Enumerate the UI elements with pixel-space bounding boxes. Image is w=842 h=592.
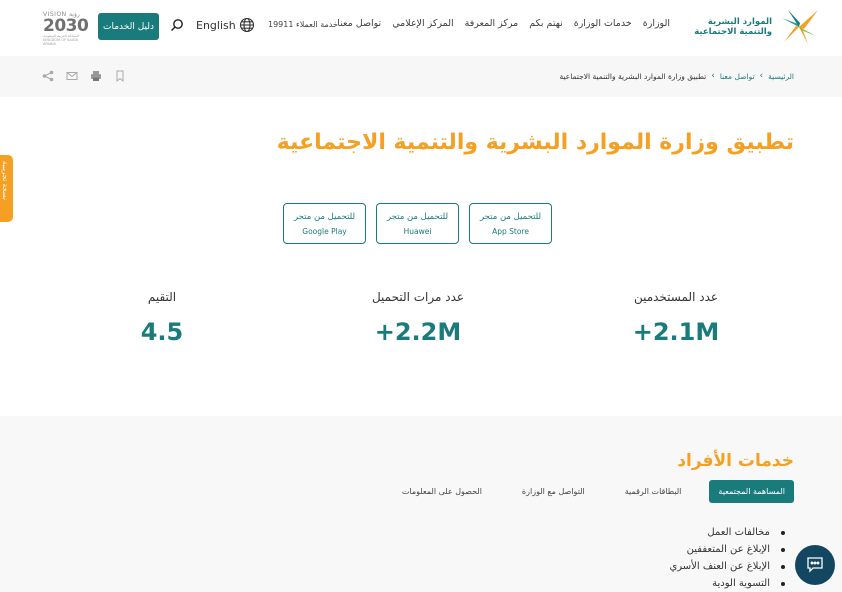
nav-media-center[interactable]: المركز الإعلامي <box>392 18 453 29</box>
tab-digital-cards[interactable]: البطاقات الرقمية <box>615 480 692 503</box>
google-play-button[interactable]: للتحميل من متجر Google Play <box>283 203 366 244</box>
stat-downloads-value: +2.2M <box>374 318 462 346</box>
list-item[interactable]: التسوية الودية <box>669 575 786 592</box>
services-tabs: المساهمة المجتمعية البطاقات الرقمية التو… <box>392 480 794 503</box>
chat-button[interactable] <box>795 545 835 585</box>
huawei-store-button[interactable]: للتحميل من متجر Huawei <box>376 203 459 244</box>
app-store-button[interactable]: للتحميل من متجر App Store <box>469 203 552 244</box>
tab-contact-ministry[interactable]: التواصل مع الوزارة <box>512 480 595 503</box>
list-item[interactable]: مخالفات العمل <box>669 524 786 541</box>
beta-version-tab[interactable]: نسخة تجريبية <box>0 155 13 222</box>
stat-users-label: عدد المستخدمين <box>633 290 719 304</box>
store-label: للتحميل من متجر <box>293 211 356 222</box>
main-nav: الوزارة خدمات الوزارة نهتم بكم مركز المع… <box>337 18 670 29</box>
stat-users-value: +2.1M <box>632 318 720 346</box>
breadcrumb: الرئيسية › تواصل معنا › تطبيق وزارة المو… <box>559 71 794 81</box>
nav-ministry-services[interactable]: خدمات الوزارة <box>574 18 632 29</box>
breadcrumb-home[interactable]: الرئيسية <box>768 72 794 81</box>
header: الموارد البشرية والتنمية الاجتماعية الوز… <box>0 0 842 56</box>
nav-knowledge-center[interactable]: مركز المعرفة <box>465 18 519 29</box>
store-name: Google Play <box>302 226 347 236</box>
breadcrumb-bar: الرئيسية › تواصل معنا › تطبيق وزارة المو… <box>0 56 842 97</box>
print-icon[interactable] <box>90 70 102 82</box>
logo-line-1: الموارد البشرية <box>707 17 772 27</box>
stat-downloads: عدد مرات التحميل +2.2M <box>328 290 508 346</box>
chevron-icon: › <box>711 71 715 81</box>
stat-rating-label: التقيم <box>147 290 177 304</box>
list-item[interactable]: الإبلاغ عن المتعففين <box>669 541 786 558</box>
bookmark-icon[interactable] <box>114 70 126 82</box>
nav-contact-us[interactable]: تواصل معنا <box>337 18 381 29</box>
ministry-logo[interactable]: الموارد البشرية والتنمية الاجتماعية <box>694 8 820 46</box>
tab-get-information[interactable]: الحصول على المعلومات <box>392 480 492 503</box>
language-label: English <box>196 18 236 32</box>
vision-2030-logo[interactable]: VISION رؤية 2030 المملكة العربية السعودي… <box>43 11 89 46</box>
individual-services-section: خدمات الأفراد المساهمة المجتمعية البطاقا… <box>0 416 842 592</box>
store-label: للتحميل من متجر <box>479 211 542 222</box>
breadcrumb-current: تطبيق وزارة الموارد البشرية والتنمية الا… <box>559 71 707 81</box>
store-name: App Store <box>492 226 529 236</box>
store-buttons: للتحميل من متجر App Store للتحميل من متج… <box>283 203 552 244</box>
beta-version-label: نسخة تجريبية <box>1 161 9 200</box>
nav-we-care[interactable]: نهتم بكم <box>529 18 562 29</box>
chat-bubble-icon <box>807 557 823 573</box>
services-guide-button[interactable]: دليل الخدمات <box>98 13 159 40</box>
tab-community-contribution[interactable]: المساهمة المجتمعية <box>709 480 794 503</box>
stat-rating-value: 4.5 <box>140 318 184 346</box>
store-name: Huawei <box>403 226 432 236</box>
stat-rating: التقيم 4.5 <box>72 290 252 346</box>
nav-ministry[interactable]: الوزارة <box>643 18 670 29</box>
logo-line-2: والتنمية الاجتماعية <box>694 27 772 37</box>
store-label: للتحميل من متجر <box>386 211 449 222</box>
stat-users: عدد المستخدمين +2.1M <box>586 290 766 346</box>
page-title: تطبيق وزارة الموارد البشرية والتنمية الا… <box>276 130 794 155</box>
vision-year: 2030 <box>43 16 89 36</box>
section-title: خدمات الأفراد <box>677 451 794 471</box>
search-icon[interactable] <box>170 18 184 32</box>
breadcrumb-contact[interactable]: تواصل معنا <box>720 72 755 81</box>
stat-downloads-label: عدد مرات التحميل <box>371 290 465 304</box>
customer-service-hotline[interactable]: خدمة العملاء 19911 <box>268 20 338 29</box>
share-icon[interactable] <box>42 70 54 82</box>
language-switch[interactable]: English <box>196 17 255 33</box>
page-tools <box>42 70 126 82</box>
ministry-logo-icon <box>782 10 818 44</box>
page: الموارد البشرية والتنمية الاجتماعية الوز… <box>0 0 842 592</box>
email-icon[interactable] <box>66 70 78 82</box>
services-list: مخالفات العمل الإبلاغ عن المتعففين الإبل… <box>669 524 786 592</box>
chevron-icon: › <box>759 71 764 81</box>
list-item[interactable]: الإبلاغ عن العنف الأسري <box>669 558 786 575</box>
globe-icon <box>239 17 254 33</box>
ministry-name: الموارد البشرية والتنمية الاجتماعية <box>694 17 772 37</box>
